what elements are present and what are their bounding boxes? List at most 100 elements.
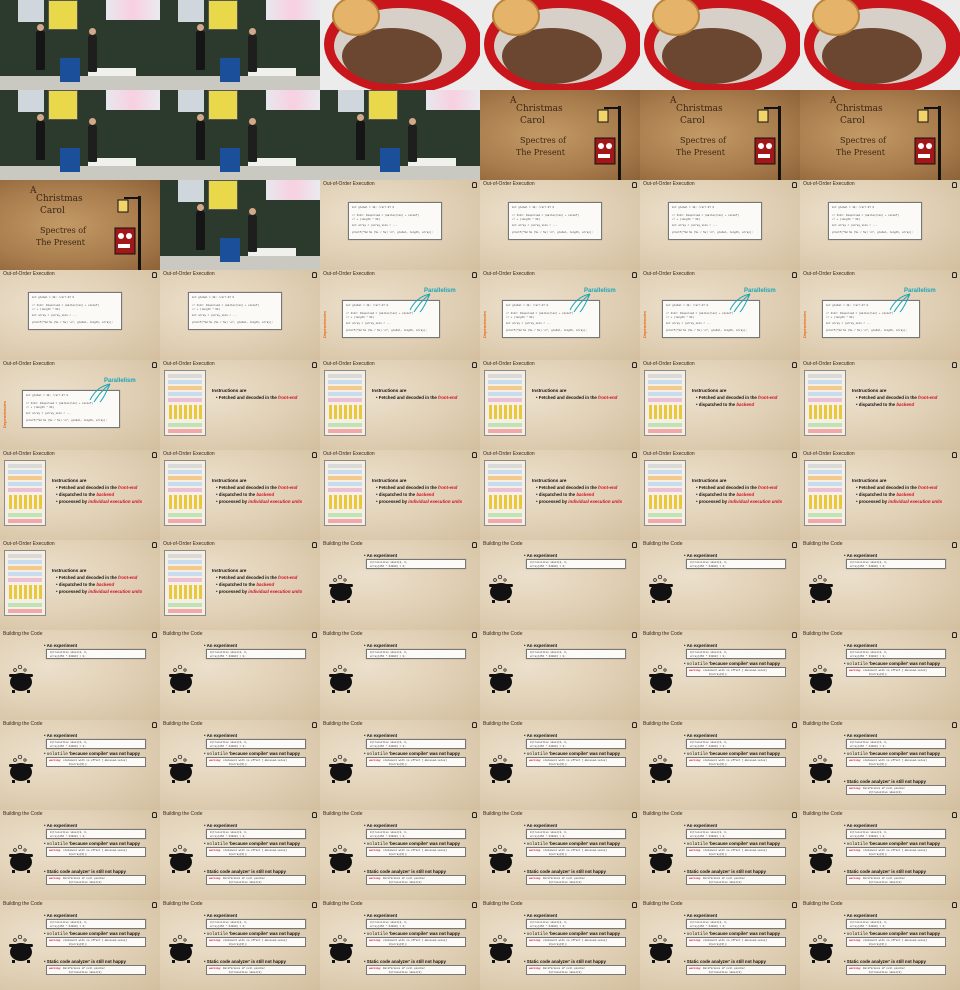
cauldron-icon [9,664,33,693]
code-line: 0(transitive ideal(0, 0, [370,741,408,744]
slide-title: Building the Code [483,901,523,907]
speaker-2-head [249,28,256,35]
speaker-2-head [409,118,416,125]
slide-title: Building the Code [483,631,523,637]
thumbnail-frame: Out-of-Order Execution int global = 10; … [160,270,320,360]
bullet-experiment: • An experiment [364,823,398,828]
code-line: array[256 * 64000] = 0; [370,655,406,658]
experiment-code-box: 0(transitive ideal(0, 0, array[256 * 640… [366,559,466,569]
thumbnail-frame: Building the Code • An experiment 0(tran… [0,900,160,990]
thumbnail-frame: Building the Code • An experiment 0(tran… [320,900,480,990]
code-line: int global = 10; //arr:2? 0 [192,296,235,299]
cpu-pipeline-diagram [644,370,686,436]
slide-title: Building the Code [643,631,683,637]
slide-ooe-pipeline: Out-of-Order Execution Instructions are … [0,450,160,540]
logo-icon [152,722,157,728]
video-thumbnail-grid: A Christmas Carol Spectres of The Presen… [0,0,960,990]
bullet-frontend: • Fetched and decoded in the front-end [696,485,778,490]
speaker-2 [88,124,97,162]
logo-icon [472,542,477,548]
code-line: int array = (array_size < ... [192,314,238,317]
cauldron-icon [489,934,513,963]
code-line: 0(transitive ideal(0, 0, [850,741,888,744]
bullet-backend: • dispatched to the backend [856,492,915,497]
thumbnail-frame: Out-of-Order Execution Dependencies int … [800,270,960,360]
cauldron-icon [649,754,673,783]
slide-building-code: Building the Code • An experiment 0(tran… [320,900,480,990]
experiment-code-box: 0(transitive ideal(0, 0, array[256 * 640… [686,919,786,929]
code-box: int global = 10; //arr:2? 0 // Init: Dis… [828,202,922,240]
stage-photo [160,90,320,180]
slide-building-code: Building the Code • An experiment 0(tran… [480,540,640,630]
thumbnail-frame: Out-of-Order Execution Dependencies int … [640,270,800,360]
slide-building-code: Building the Code • An experiment 0(tran… [480,810,640,900]
code-line: // + (length * 64) [26,406,55,409]
experiment-code-box: 0(transitive ideal(0, 0, array[256 * 640… [846,829,946,839]
thumbnail-frame: Out-of-Order Execution Instructions are … [160,540,320,630]
slide-title: Out-of-Order Execution [323,361,375,367]
thumbnail-frame [320,90,480,180]
bullet-experiment: • An experiment [524,913,558,918]
bullet-experiment: • An experiment [44,823,78,828]
speaker-2 [248,124,257,162]
slide-title: Out-of-Order Execution [163,361,215,367]
deref-warning-box: warning: Dereference of null pointer 0(t… [686,965,786,975]
bullet-experiment: • An experiment [44,643,78,648]
warning-box: warning: statement with no effect [-Wunu… [206,757,306,767]
thumbnail-frame: A Christmas Carol Spectres of The Presen… [0,180,160,270]
code-line: array[256 * 64000] = 0; [690,565,726,568]
stage-photo [160,0,320,90]
slide-ooe-parallelism: Out-of-Order Execution Dependencies int … [480,270,640,360]
warning-box: warning: statement with no effect [-Wunu… [686,937,786,947]
slide-building-code: Building the Code • An experiment 0(tran… [640,630,800,720]
code-line: int global = 10; //arr:2? 0 [26,394,69,397]
bullet-execution-units: • processed by individual execution unit… [56,589,143,594]
thumbnail-frame [0,0,160,90]
thumbnail-frame: Out-of-Order Execution Dependencies int … [320,270,480,360]
slide-building-code: Building the Code • An experiment 0(tran… [160,630,320,720]
cauldron-icon [489,664,513,693]
instructions-intro: Instructions are [692,388,727,393]
slide-title: Building the Code [163,631,203,637]
logo-icon [632,632,637,638]
slide-building-code: Building the Code • An experiment 0(tran… [800,540,960,630]
logo-icon [632,812,637,818]
warning-box: warning: statement with no effect [-Wunu… [46,937,146,947]
slide-ooe-code: Out-of-Order Execution int global = 10; … [640,180,800,270]
thumbnail-frame: Out-of-Order Execution int global = 10; … [800,180,960,270]
thumbnail-frame: Building the Code • An experiment 0(tran… [320,720,480,810]
code-line: int array = (array_size < ... [32,314,78,317]
slide-ooe-parallelism: Out-of-Order Execution Dependencies int … [640,270,800,360]
bullet-experiment: • An experiment [844,733,878,738]
floor [0,76,160,90]
bullet-frontend: • Fetched and decoded in the front-end [56,485,138,490]
code-line: 0(transitive ideal(0, 0, [850,561,888,564]
logo-icon [952,272,957,278]
slide-ooe-parallelism: Out-of-Order Execution Dependencies int … [0,360,160,450]
code-line: int global = 10; //arr:2? 0 [666,304,709,307]
logo-icon [152,812,157,818]
thumbnail-frame: Building the Code • An experiment 0(tran… [800,810,960,900]
code-line: 0(transitive ideal(0, 0, [850,831,888,834]
xmas-christmas: Christmas [836,104,883,114]
experiment-code-box: 0(transitive ideal(0, 0, array[256 * 640… [46,649,146,659]
code-line: printf("%d %s (%s / %s) \n", global, len… [672,231,753,234]
code-line: // + (length * 64) [512,218,541,221]
code-box: int global = 10; //arr:2? 0 // Init: Dis… [188,292,282,330]
logo-icon [152,632,157,638]
code-line: 0(transitive ideal(0, 0, [370,651,408,654]
code-line: int array = (array_size < ... [672,224,718,227]
slide-ooe-code: Out-of-Order Execution int global = 10; … [480,180,640,270]
experiment-code-box: 0(transitive ideal(0, 0, array[256 * 640… [366,649,466,659]
logo-icon [632,542,637,548]
thumbnail-frame [160,90,320,180]
poster [338,90,364,112]
instructions-intro: Instructions are [532,388,567,393]
warning-box: warning: statement with no effect [-Wunu… [366,847,466,857]
slide-title: Building the Code [163,811,203,817]
thumbnail-frame: Out-of-Order Execution int global = 10; … [640,180,800,270]
thumbnail-frame: Out-of-Order Execution int global = 10; … [0,270,160,360]
experiment-code-box: 0(transitive ideal(0, 0, array[256 * 640… [206,919,306,929]
thumbnail-frame: Out-of-Order Execution Instructions are … [800,450,960,540]
thumbnail-frame: Building the Code • An experiment 0(tran… [800,630,960,720]
